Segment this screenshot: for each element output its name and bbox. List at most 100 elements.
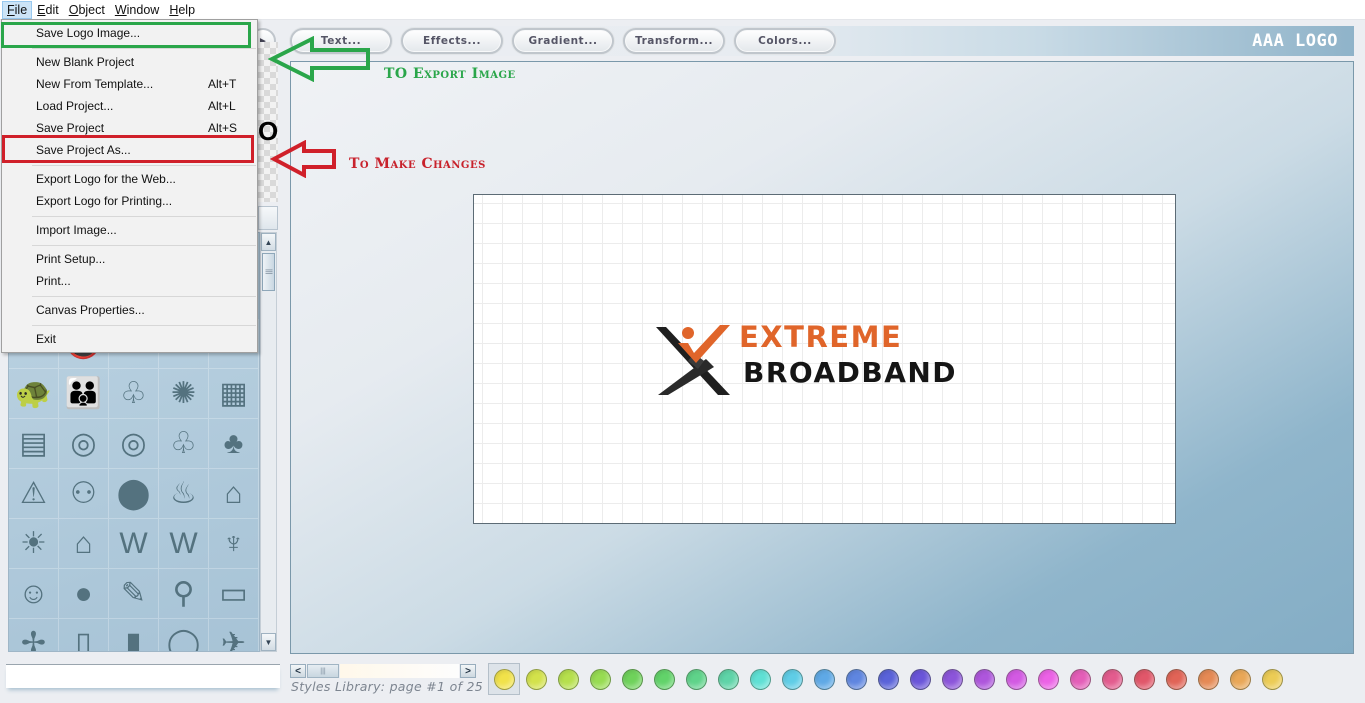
styles-scroll-track[interactable] xyxy=(340,664,459,678)
gradient-button[interactable]: Gradient... xyxy=(512,28,614,54)
clover-icon[interactable]: ♧ xyxy=(109,369,159,419)
panel-tab[interactable] xyxy=(258,206,278,230)
style-swatch[interactable] xyxy=(1224,663,1256,695)
shortcut-label: Alt+S xyxy=(208,121,238,135)
bird-icon[interactable]: ✈ xyxy=(209,619,259,651)
menu-help[interactable]: Help xyxy=(164,1,200,19)
christmas-tree-icon[interactable]: ♣ xyxy=(209,419,259,469)
bus-icon[interactable]: ▭ xyxy=(209,569,259,619)
swatch-circle-icon xyxy=(1229,668,1251,690)
style-swatch[interactable] xyxy=(840,663,872,695)
fire-warning-icon[interactable]: ⚠ xyxy=(9,469,59,519)
logo-canvas[interactable]: EXTREME BROADBAND xyxy=(473,194,1176,524)
menu-window[interactable]: Window xyxy=(110,1,164,19)
schoolhouse-icon[interactable]: ⌂ xyxy=(209,469,259,519)
spiral-icon[interactable]: ◎ xyxy=(59,419,109,469)
calculator-icon[interactable]: ▤ xyxy=(9,419,59,469)
palm-tree-icon[interactable]: ♆ xyxy=(209,519,259,569)
style-swatch[interactable] xyxy=(1000,663,1032,695)
people-podium-icon[interactable]: 👪 xyxy=(59,369,109,419)
menu-item-import-image[interactable]: Import Image... xyxy=(36,223,117,237)
symbol-search-input[interactable] xyxy=(6,664,280,688)
style-swatch[interactable] xyxy=(1160,663,1192,695)
style-swatch[interactable] xyxy=(1096,663,1128,695)
cup-icon[interactable]: ▯ xyxy=(59,619,109,651)
styles-scroll-thumb[interactable]: ||| xyxy=(307,664,339,678)
sun-house-icon[interactable]: ☀ xyxy=(9,519,59,569)
style-swatch[interactable] xyxy=(936,663,968,695)
swatch-circle-icon xyxy=(653,668,675,690)
style-swatch[interactable] xyxy=(520,663,552,695)
menu-item-save-project[interactable]: Save Project xyxy=(36,121,104,135)
style-swatch[interactable] xyxy=(1064,663,1096,695)
brick-wall-icon[interactable]: ▦ xyxy=(209,369,259,419)
swatch-circle-icon xyxy=(973,668,995,690)
menu-item-load-project[interactable]: Load Project... xyxy=(36,99,113,113)
spiral-alt-icon[interactable]: ◎ xyxy=(109,419,159,469)
styles-library-scrollbar[interactable]: < ||| > xyxy=(290,664,476,680)
style-swatch[interactable] xyxy=(744,663,776,695)
paint-brush-icon[interactable]: ✎ xyxy=(109,569,159,619)
transform-button[interactable]: Transform... xyxy=(623,28,725,54)
style-swatch[interactable] xyxy=(616,663,648,695)
handshake-icon[interactable]: ⚇ xyxy=(59,469,109,519)
menu-edit[interactable]: Edit xyxy=(32,1,64,19)
flame-icon[interactable]: ♨ xyxy=(159,469,209,519)
swatch-circle-icon xyxy=(621,668,643,690)
style-swatch[interactable] xyxy=(712,663,744,695)
girl-face-icon[interactable]: ☺ xyxy=(9,569,59,619)
menu-item-new-blank-project[interactable]: New Blank Project xyxy=(36,55,134,69)
styles-prev-page-button[interactable]: < xyxy=(290,664,306,678)
changes-annotation-text: To Make Changes xyxy=(349,156,486,172)
menu-separator xyxy=(32,296,256,297)
style-swatch[interactable] xyxy=(808,663,840,695)
menu-item-new-from-template[interactable]: New From Template... xyxy=(36,77,153,91)
style-swatch[interactable] xyxy=(1128,663,1160,695)
scroll-thumb[interactable]: ||| xyxy=(262,253,275,291)
stamp-icon[interactable]: ⚲ xyxy=(159,569,209,619)
menu-separator xyxy=(32,325,256,326)
style-swatch[interactable] xyxy=(680,663,712,695)
splat-icon[interactable]: ✺ xyxy=(159,369,209,419)
wing-logo-icon[interactable]: W xyxy=(159,519,209,569)
menu-separator xyxy=(32,48,256,49)
wonder-woman-logo-icon[interactable]: W xyxy=(109,519,159,569)
style-swatch[interactable] xyxy=(1256,663,1288,695)
christmas-tree-outline-icon[interactable]: ♧ xyxy=(159,419,209,469)
swatch-circle-icon xyxy=(1101,668,1123,690)
menu-item-export-web[interactable]: Export Logo for the Web... xyxy=(36,172,176,186)
swatch-circle-icon xyxy=(1005,668,1027,690)
style-swatch[interactable] xyxy=(1192,663,1224,695)
symbol-library-scrollbar[interactable]: ▲ ||| ▼ xyxy=(260,232,277,652)
style-swatch[interactable] xyxy=(488,663,520,695)
style-swatch[interactable] xyxy=(968,663,1000,695)
app-brand-logo: AAA LOGO xyxy=(1252,31,1338,51)
scroll-up-button[interactable]: ▲ xyxy=(261,233,276,251)
menu-item-canvas-properties[interactable]: Canvas Properties... xyxy=(36,303,145,317)
style-swatch[interactable] xyxy=(584,663,616,695)
style-swatch[interactable] xyxy=(648,663,680,695)
girl-silhouette-icon[interactable]: ● xyxy=(59,569,109,619)
menu-item-print-setup[interactable]: Print Setup... xyxy=(36,252,105,266)
fire-circle-icon[interactable]: ⬤ xyxy=(109,469,159,519)
menu-object[interactable]: Object xyxy=(64,1,110,19)
menu-item-exit[interactable]: Exit xyxy=(36,332,56,346)
turtle-icon[interactable]: 🐢 xyxy=(9,369,59,419)
colors-button[interactable]: Colors... xyxy=(734,28,836,54)
effects-button[interactable]: Effects... xyxy=(401,28,503,54)
style-swatch[interactable] xyxy=(1032,663,1064,695)
scroll-down-button[interactable]: ▼ xyxy=(261,633,276,651)
menu-file[interactable]: File xyxy=(2,0,33,19)
oval-icon[interactable]: ◯ xyxy=(159,619,209,651)
house-icon[interactable]: ⌂ xyxy=(59,519,109,569)
menu-item-print[interactable]: Print... xyxy=(36,274,71,288)
styles-next-page-button[interactable]: > xyxy=(460,664,476,678)
menu-item-export-printing[interactable]: Export Logo for Printing... xyxy=(36,194,172,208)
style-swatch[interactable] xyxy=(552,663,584,695)
windmill-icon[interactable]: ✢ xyxy=(9,619,59,651)
style-swatch[interactable] xyxy=(776,663,808,695)
style-swatch[interactable] xyxy=(904,663,936,695)
logo[interactable]: EXTREME BROADBAND xyxy=(654,323,994,397)
mug-icon[interactable]: ▮ xyxy=(109,619,159,651)
style-swatch[interactable] xyxy=(872,663,904,695)
